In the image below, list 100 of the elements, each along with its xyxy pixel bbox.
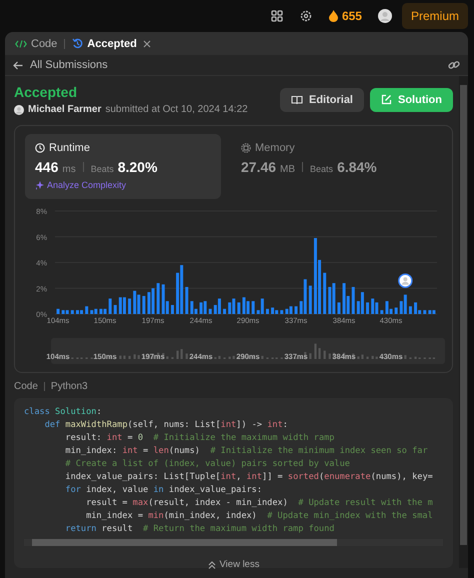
bar[interactable] [170, 305, 174, 314]
bar[interactable] [432, 310, 436, 314]
streak-count[interactable]: 655 [342, 9, 362, 23]
metric-card[interactable]: Memory 27.46 MB Beats 6.84% [231, 134, 427, 199]
bar[interactable] [204, 301, 207, 314]
bar[interactable] [237, 302, 240, 314]
bar[interactable] [90, 310, 94, 314]
bar[interactable] [271, 308, 274, 314]
bar[interactable] [76, 310, 79, 314]
close-icon[interactable] [142, 40, 151, 48]
bar[interactable] [194, 308, 198, 314]
bar[interactable] [166, 301, 169, 314]
bar[interactable] [56, 308, 60, 314]
bar[interactable] [308, 286, 312, 314]
bar[interactable] [360, 292, 364, 314]
bar[interactable] [223, 308, 226, 314]
bar[interactable] [147, 292, 150, 314]
bar[interactable] [242, 297, 246, 314]
bar[interactable] [190, 301, 194, 314]
premium-button[interactable]: Premium [402, 3, 468, 29]
bar[interactable] [342, 283, 346, 314]
bar[interactable] [128, 298, 132, 314]
avatar-marker-icon[interactable] [398, 273, 413, 288]
flame-icon[interactable] [328, 10, 338, 22]
bar[interactable] [280, 310, 284, 314]
bar[interactable] [346, 296, 350, 314]
all-submissions-link[interactable]: All Submissions [30, 59, 108, 71]
tab[interactable]: Accepted [70, 38, 139, 50]
bar[interactable] [380, 310, 384, 314]
bar[interactable] [428, 310, 432, 314]
bar[interactable] [142, 296, 146, 314]
bar[interactable] [114, 305, 117, 314]
bar[interactable] [85, 306, 88, 314]
bar[interactable] [104, 308, 107, 314]
bar[interactable] [62, 310, 65, 314]
bar[interactable] [390, 308, 393, 314]
bar[interactable] [394, 308, 398, 314]
bar[interactable] [200, 302, 203, 314]
horizontal-scrollbar[interactable] [24, 539, 443, 546]
bar[interactable] [256, 310, 260, 314]
link-icon[interactable] [448, 59, 460, 71]
bar[interactable] [352, 286, 355, 314]
bar[interactable] [314, 238, 317, 314]
bar[interactable] [414, 302, 418, 314]
bar[interactable] [266, 308, 269, 314]
bar[interactable] [118, 297, 122, 314]
bar[interactable] [80, 310, 84, 314]
bar[interactable] [185, 286, 188, 314]
bar[interactable] [152, 288, 155, 314]
bar[interactable] [294, 306, 298, 314]
bar[interactable] [400, 301, 403, 314]
bar[interactable] [228, 302, 232, 314]
view-less-button[interactable]: View less [202, 558, 266, 571]
bar[interactable] [366, 302, 370, 314]
bar[interactable] [423, 310, 426, 314]
bar[interactable] [304, 279, 307, 314]
bar[interactable] [371, 298, 374, 314]
bar[interactable] [252, 301, 255, 314]
bar[interactable] [385, 301, 388, 314]
bar[interactable] [289, 306, 292, 314]
back-arrow-icon[interactable] [13, 60, 23, 70]
bar[interactable] [285, 308, 288, 314]
bar[interactable] [94, 308, 98, 314]
bar[interactable] [180, 265, 184, 314]
settings-icon[interactable] [300, 10, 312, 22]
bar[interactable] [246, 301, 250, 314]
bar[interactable] [108, 298, 112, 314]
bar[interactable] [318, 260, 322, 314]
bar[interactable] [375, 302, 378, 314]
bar[interactable] [156, 283, 160, 314]
bar[interactable] [208, 308, 212, 314]
bar[interactable] [176, 272, 180, 314]
bar[interactable] [218, 298, 221, 314]
bar[interactable] [162, 284, 165, 314]
bar[interactable] [137, 294, 140, 314]
bar[interactable] [408, 306, 412, 314]
avatar-icon[interactable] [378, 9, 392, 23]
user-name[interactable]: Michael Farmer [28, 104, 102, 115]
bar[interactable] [133, 290, 136, 314]
grid-icon[interactable] [270, 10, 283, 22]
bar[interactable] [66, 310, 69, 314]
bar[interactable] [332, 283, 336, 314]
tab[interactable]: Code [13, 38, 60, 50]
bar[interactable] [300, 301, 303, 314]
bar[interactable] [122, 297, 126, 314]
bar[interactable] [337, 302, 340, 314]
vertical-scrollbar[interactable] [459, 76, 468, 568]
bar[interactable] [260, 298, 264, 314]
bar[interactable] [323, 272, 326, 314]
bar[interactable] [214, 305, 217, 314]
metric-card[interactable]: Runtime 446 ms Beats 8.20% Analyze Complexity [25, 134, 221, 199]
bar[interactable] [418, 310, 422, 314]
bar[interactable] [328, 286, 332, 314]
bar[interactable] [99, 308, 102, 314]
bar[interactable] [70, 310, 74, 314]
bar[interactable] [232, 298, 236, 314]
editorial-button[interactable]: Editorial [280, 88, 364, 112]
bar[interactable] [356, 301, 360, 314]
bar[interactable] [404, 294, 407, 314]
bar[interactable] [275, 310, 278, 314]
